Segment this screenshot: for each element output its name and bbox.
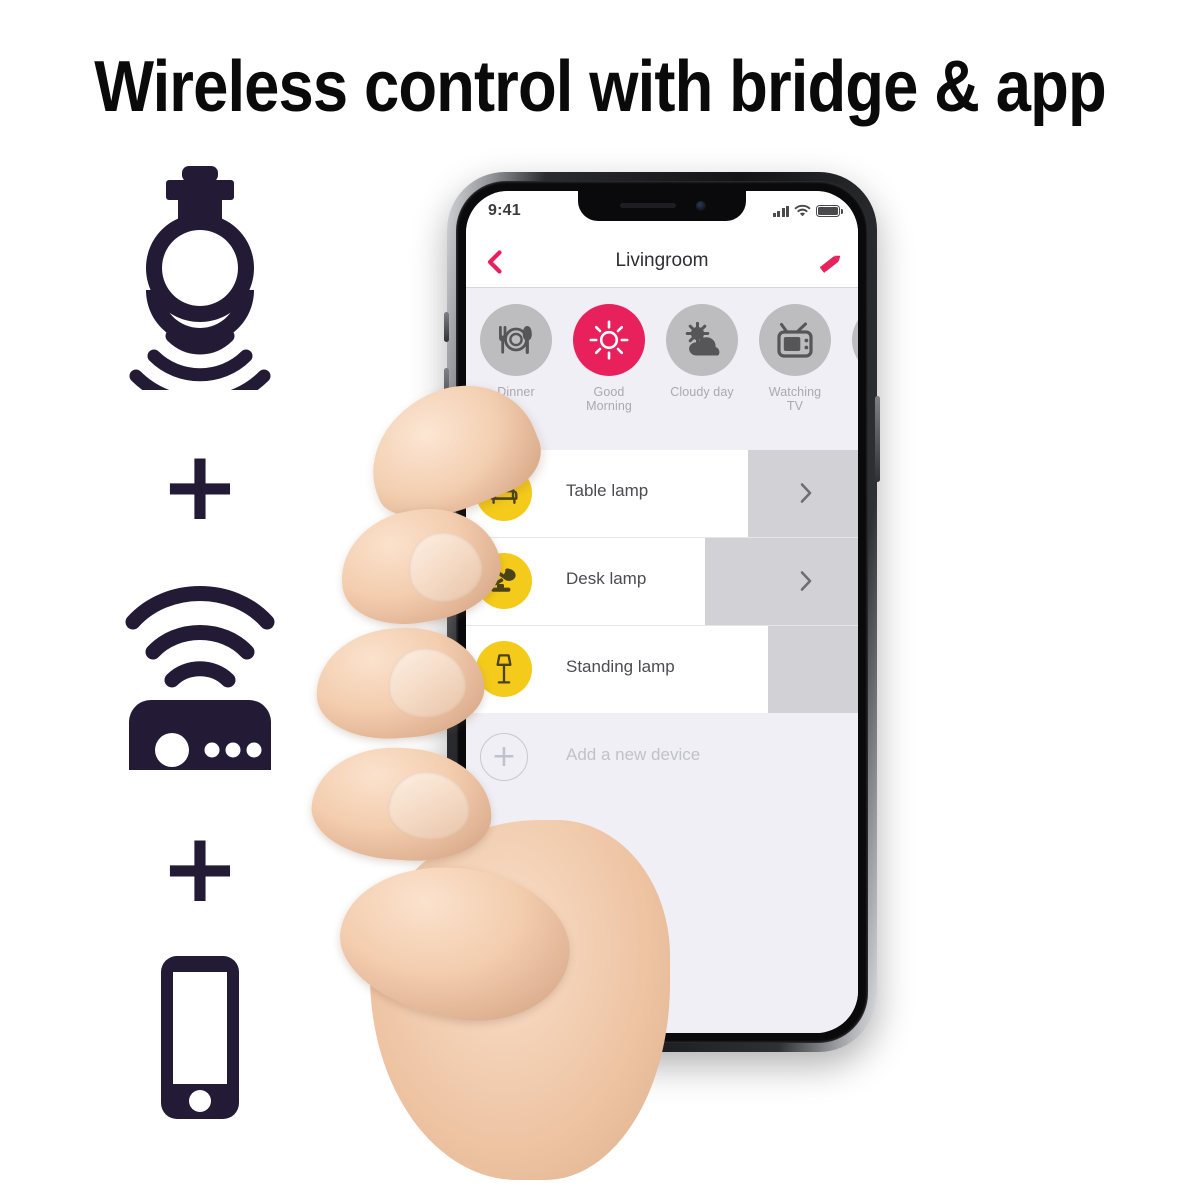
scene-circle <box>480 304 552 376</box>
television-icon <box>777 322 813 358</box>
scene-circle <box>666 304 738 376</box>
scene-circle <box>759 304 831 376</box>
status-icons <box>772 204 843 217</box>
scene-cloudy-day[interactable]: Cloudy day <box>666 304 738 413</box>
pencil-icon[interactable] <box>816 249 844 277</box>
scene-circle <box>852 304 858 376</box>
scene-circle <box>573 304 645 376</box>
signal-bars-icon <box>772 205 789 217</box>
status-bar: 9:41 <box>466 191 858 237</box>
status-time: 9:41 <box>488 202 521 219</box>
battery-icon <box>816 205 843 217</box>
wifi-icon <box>794 204 811 217</box>
chevron-right-icon[interactable] <box>799 482 813 504</box>
scene-partial-next[interactable] <box>852 304 858 413</box>
sun-icon <box>589 320 629 360</box>
plus-sign-1: + <box>159 430 241 542</box>
power-button[interactable] <box>875 396 880 482</box>
chevron-right-icon[interactable] <box>799 570 813 592</box>
bridge-icon <box>60 560 340 800</box>
speaker-grille-icon <box>620 203 676 208</box>
nav-bar: Livingroom <box>466 237 858 288</box>
sun-cloud-icon <box>685 322 720 356</box>
notch <box>578 191 746 221</box>
scene-watching-tv[interactable]: Watching TV <box>759 304 831 413</box>
page-heading: Livingroom <box>615 250 709 271</box>
scene-label: Watching TV <box>768 385 822 413</box>
smartphone-icon <box>60 950 340 1130</box>
smart-bulb-icon <box>60 160 340 409</box>
plus-sign-2: + <box>159 812 241 924</box>
scene-label: Cloudy day <box>670 385 734 399</box>
cutlery-icon <box>499 326 532 354</box>
hand-holding-phone <box>308 362 670 1190</box>
front-camera-icon <box>696 201 706 211</box>
page-title: Wireless control with bridge & app <box>94 47 1106 127</box>
mute-switch[interactable] <box>444 312 449 342</box>
equation-icon-column: + + <box>60 160 340 1150</box>
poster-root: Wireless control with bridge & app + + 9… <box>0 0 1200 1200</box>
